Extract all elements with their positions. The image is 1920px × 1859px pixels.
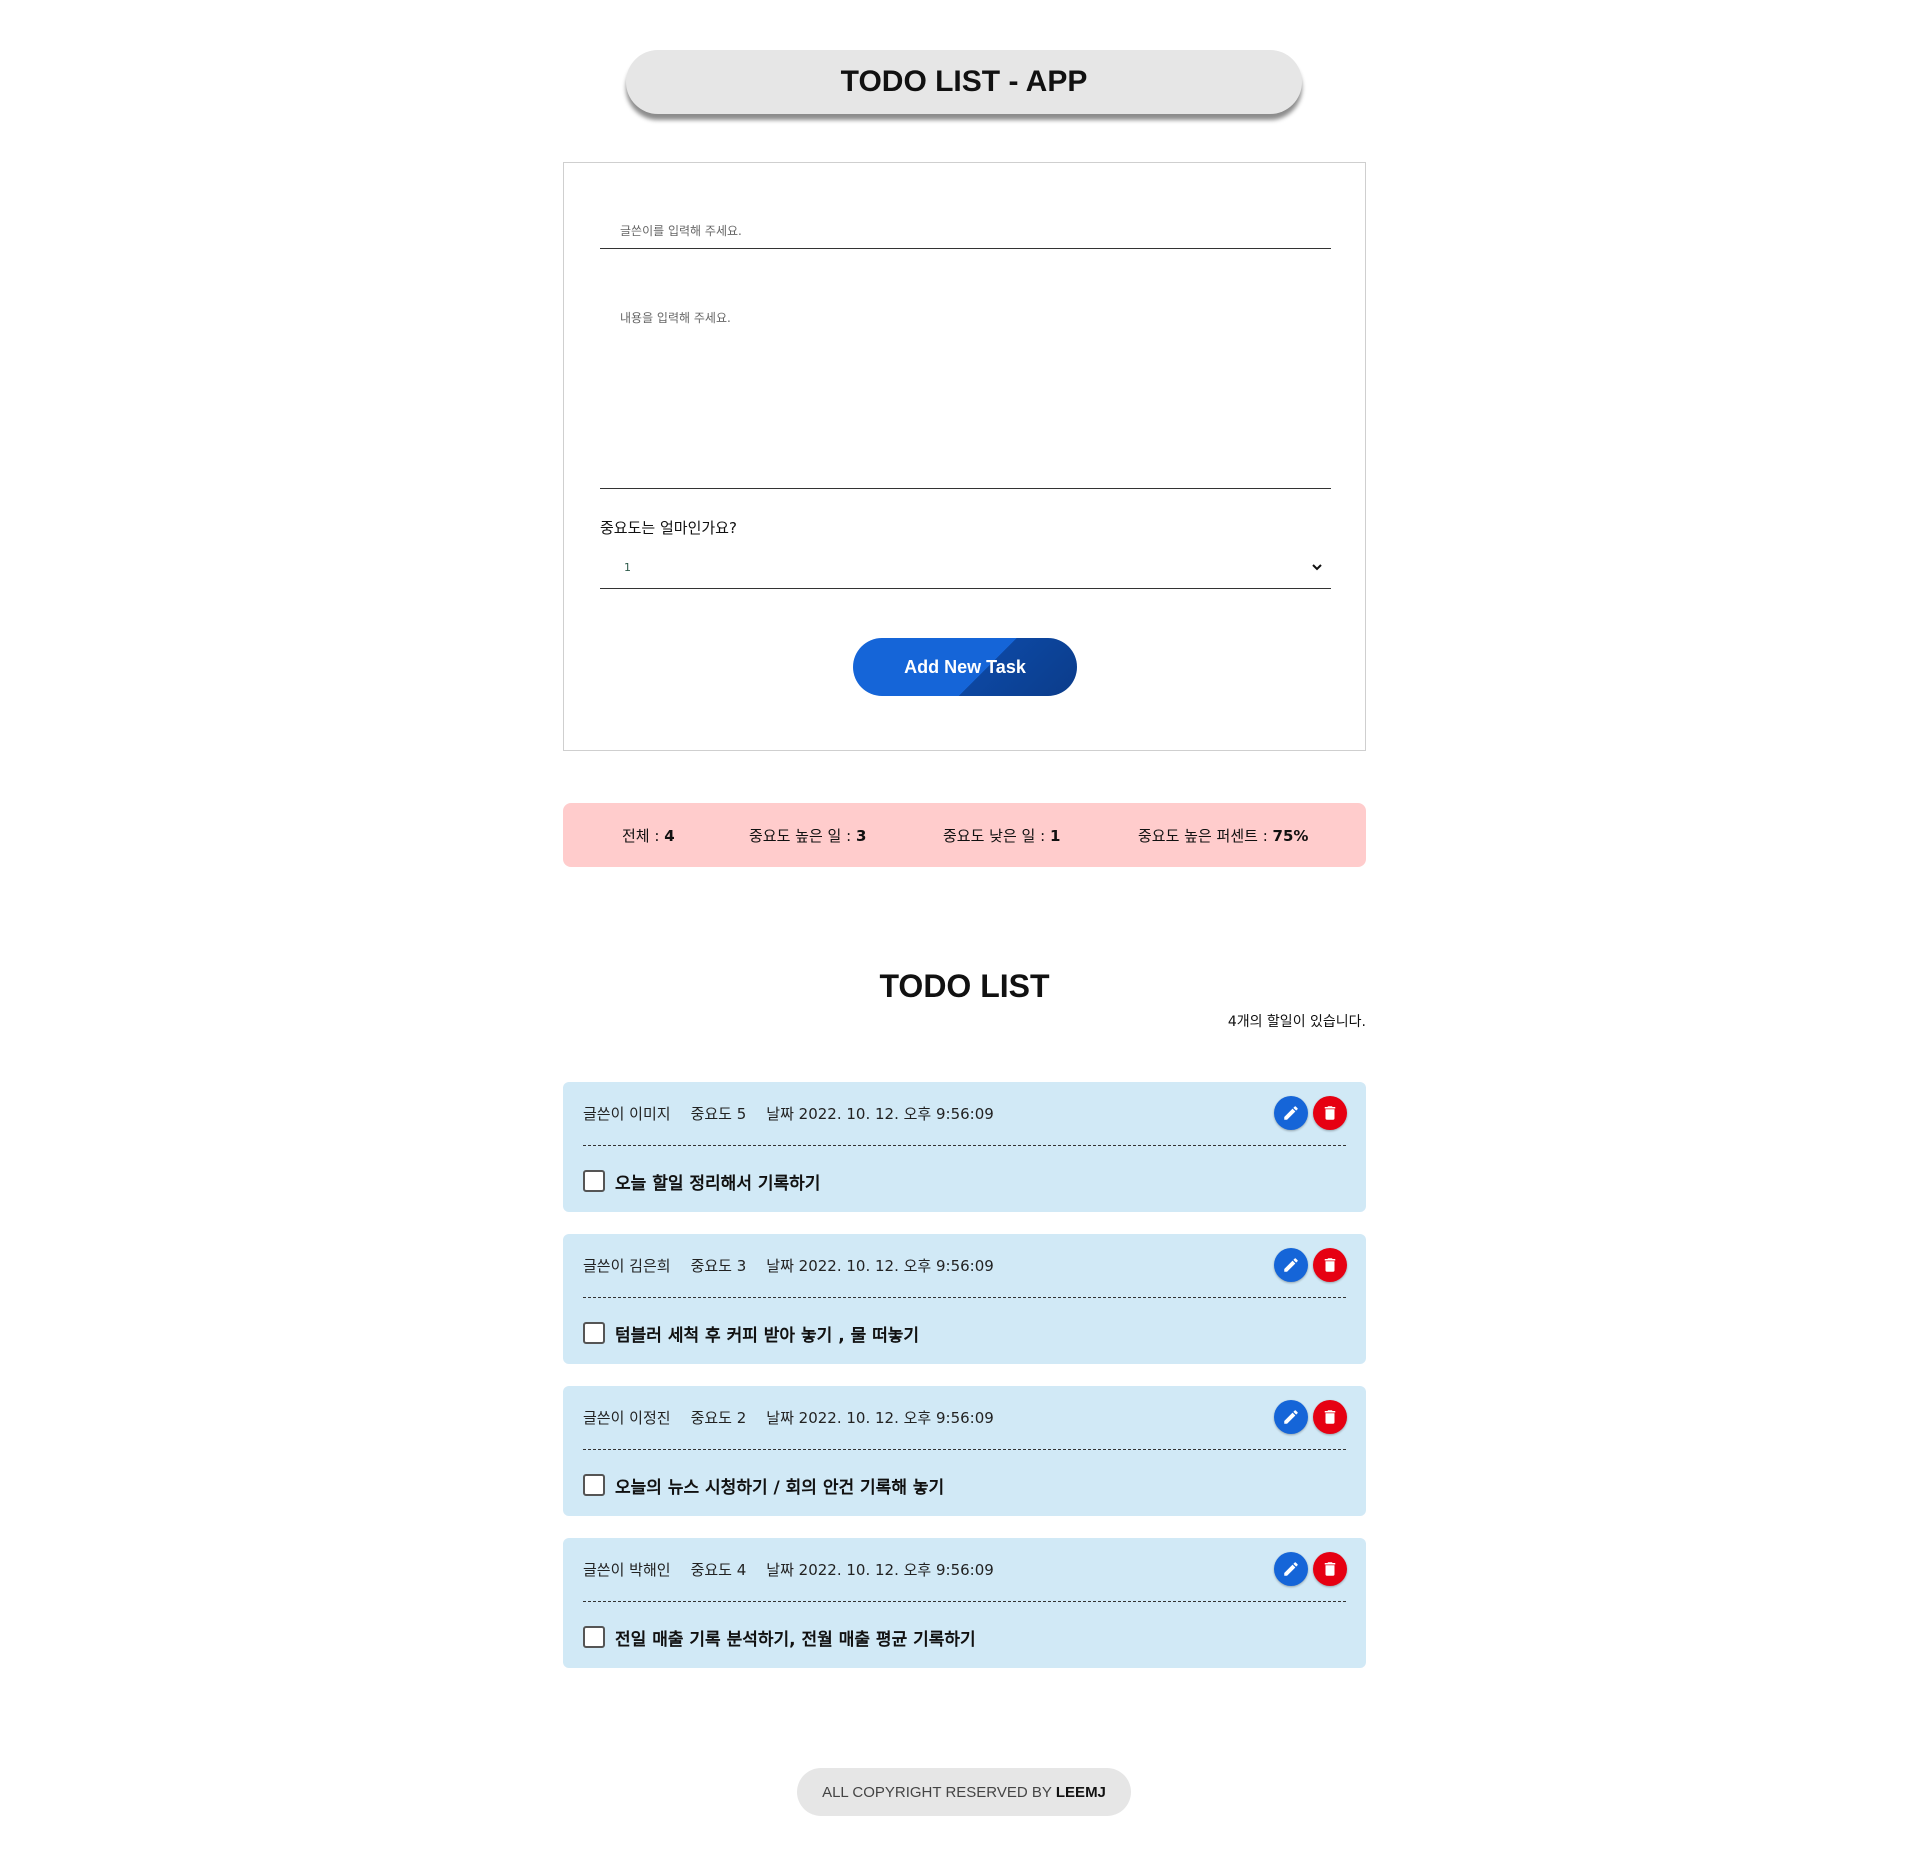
todo-checkbox[interactable] bbox=[583, 1474, 605, 1496]
stat-total-value: 4 bbox=[664, 827, 675, 845]
todo-divider bbox=[583, 1601, 1346, 1602]
todo-text: 전일 매출 기록 분석하기, 전월 매출 평균 기록하기 bbox=[615, 1630, 976, 1650]
stat-percent: 중요도 높은 퍼센트 : 75% bbox=[1138, 825, 1308, 846]
todo-divider bbox=[583, 1297, 1346, 1298]
trash-icon bbox=[1324, 1562, 1336, 1576]
todo-list-title: TODO LIST bbox=[879, 968, 1050, 1004]
todo-checkbox[interactable] bbox=[583, 1322, 605, 1344]
stat-total: 전체 : 4 bbox=[622, 825, 675, 846]
edit-button[interactable] bbox=[1274, 1248, 1308, 1282]
edit-button[interactable] bbox=[1274, 1552, 1308, 1586]
todo-text: 오늘의 뉴스 시청하기 / 회의 안건 기록해 놓기 bbox=[615, 1478, 945, 1498]
stat-percent-label: 중요도 높은 퍼센트 : bbox=[1138, 827, 1273, 845]
trash-icon bbox=[1324, 1258, 1336, 1272]
todo-date: 날짜 2022. 10. 12. 오후 9:56:09 bbox=[766, 1409, 994, 1427]
delete-button[interactable] bbox=[1313, 1096, 1347, 1130]
content-textarea[interactable] bbox=[600, 303, 1331, 488]
stat-total-label: 전체 : bbox=[622, 827, 665, 845]
trash-icon bbox=[1324, 1410, 1336, 1424]
todo-count: 4개의 할일이 있습니다. bbox=[1227, 1014, 1366, 1030]
todo-writer: 글쓴이 이정진 bbox=[583, 1409, 671, 1427]
footer-text: ALL COPYRIGHT RESERVED BY bbox=[822, 1783, 1052, 1801]
todo-writer: 글쓴이 이미지 bbox=[583, 1105, 671, 1123]
todo-item: 글쓴이 이정진 중요도 2 날짜 2022. 10. 12. 오후 9:56:0… bbox=[563, 1386, 1366, 1516]
delete-button[interactable] bbox=[1313, 1552, 1347, 1586]
edit-button[interactable] bbox=[1274, 1096, 1308, 1130]
pencil-icon bbox=[1284, 1258, 1298, 1272]
todo-importance: 중요도 3 bbox=[690, 1257, 747, 1275]
delete-button[interactable] bbox=[1313, 1248, 1347, 1282]
app-title: TODO LIST - APP bbox=[626, 50, 1302, 114]
todo-meta: 글쓴이 박해인 중요도 4 날짜 2022. 10. 12. 오후 9:56:0… bbox=[583, 1559, 994, 1580]
todo-importance: 중요도 5 bbox=[690, 1105, 747, 1123]
todo-checkbox[interactable] bbox=[583, 1626, 605, 1648]
writer-field-wrap bbox=[600, 213, 1331, 249]
edit-button[interactable] bbox=[1274, 1400, 1308, 1434]
todo-importance: 중요도 4 bbox=[690, 1561, 747, 1579]
stat-low-value: 1 bbox=[1049, 827, 1061, 845]
todo-item: 글쓴이 이미지 중요도 5 날짜 2022. 10. 12. 오후 9:56:0… bbox=[563, 1082, 1366, 1212]
todo-importance: 중요도 2 bbox=[690, 1409, 747, 1427]
todo-writer: 글쓴이 박해인 bbox=[583, 1561, 671, 1579]
stat-high: 중요도 높은 일 : 3 bbox=[749, 825, 866, 846]
stat-percent-value: 75% bbox=[1272, 827, 1309, 845]
pencil-icon bbox=[1284, 1562, 1298, 1576]
stat-high-value: 3 bbox=[855, 827, 867, 845]
delete-button[interactable] bbox=[1313, 1400, 1347, 1434]
add-new-task-button[interactable]: Add New Task bbox=[853, 638, 1077, 696]
writer-input[interactable] bbox=[600, 213, 1331, 248]
todo-text: 오늘 할일 정리해서 기록하기 bbox=[615, 1174, 821, 1194]
content-field-wrap bbox=[600, 303, 1331, 489]
todo-meta: 글쓴이 김은희 중요도 3 날짜 2022. 10. 12. 오후 9:56:0… bbox=[583, 1255, 994, 1276]
importance-label: 중요도는 얼마인가요? bbox=[600, 519, 737, 537]
importance-select[interactable]: 1 bbox=[600, 547, 1331, 589]
todo-date: 날짜 2022. 10. 12. 오후 9:56:09 bbox=[766, 1561, 994, 1579]
todo-meta: 글쓴이 이미지 중요도 5 날짜 2022. 10. 12. 오후 9:56:0… bbox=[583, 1103, 994, 1124]
footer: ALL COPYRIGHT RESERVED BY LEEMJ bbox=[797, 1768, 1131, 1816]
footer-brand: LEEMJ bbox=[1055, 1783, 1106, 1801]
stat-low-label: 중요도 낮은 일 : bbox=[943, 827, 1050, 845]
stats-bar: 전체 : 4 중요도 높은 일 : 3 중요도 낮은 일 : 1 중요도 높은 … bbox=[563, 803, 1366, 867]
todo-divider bbox=[583, 1145, 1346, 1146]
todo-meta: 글쓴이 이정진 중요도 2 날짜 2022. 10. 12. 오후 9:56:0… bbox=[583, 1407, 994, 1428]
todo-item: 글쓴이 김은희 중요도 3 날짜 2022. 10. 12. 오후 9:56:0… bbox=[563, 1234, 1366, 1364]
todo-divider bbox=[583, 1449, 1346, 1450]
stat-high-label: 중요도 높은 일 : bbox=[749, 827, 856, 845]
task-form: 중요도는 얼마인가요? 1 Add New Task bbox=[563, 162, 1366, 751]
pencil-icon bbox=[1284, 1106, 1298, 1120]
todo-item: 글쓴이 박해인 중요도 4 날짜 2022. 10. 12. 오후 9:56:0… bbox=[563, 1538, 1366, 1668]
stat-low: 중요도 낮은 일 : 1 bbox=[943, 825, 1060, 846]
todo-checkbox[interactable] bbox=[583, 1170, 605, 1192]
todo-writer: 글쓴이 김은희 bbox=[583, 1257, 671, 1275]
importance-selected-value: 1 bbox=[624, 561, 631, 574]
chevron-down-icon bbox=[1312, 564, 1322, 571]
trash-icon bbox=[1324, 1106, 1336, 1120]
todo-date: 날짜 2022. 10. 12. 오후 9:56:09 bbox=[766, 1257, 994, 1275]
todo-text: 텀블러 세척 후 커피 받아 놓기 , 물 떠놓기 bbox=[615, 1326, 920, 1346]
pencil-icon bbox=[1284, 1410, 1298, 1424]
todo-date: 날짜 2022. 10. 12. 오후 9:56:09 bbox=[766, 1105, 994, 1123]
